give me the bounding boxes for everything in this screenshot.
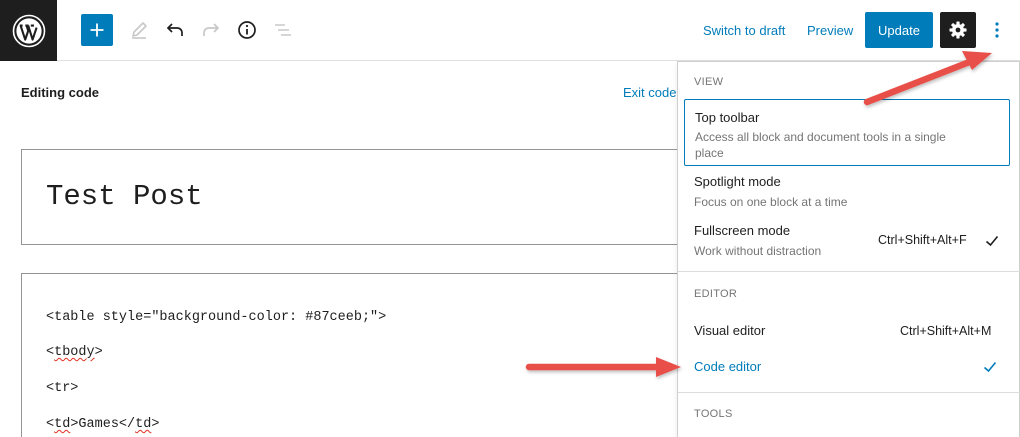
- tools-section-heading: TOOLS: [694, 408, 733, 420]
- code-line: <tr>: [46, 381, 79, 396]
- switch-to-draft-button[interactable]: Switch to draft: [703, 23, 785, 38]
- code-line-td-close: td: [135, 417, 152, 432]
- fullscreen-shortcut: Ctrl+Shift+Alt+F: [878, 233, 967, 247]
- menu-item-top-toolbar[interactable]: Top toolbar Access all block and documen…: [684, 99, 1010, 166]
- editor-header: Switch to draft Preview Update: [0, 0, 1020, 61]
- menu-divider: [678, 271, 1020, 272]
- code-line-td: td: [54, 417, 71, 432]
- menu-item-label: Code editor: [694, 359, 762, 374]
- plus-icon: [90, 23, 104, 37]
- list-view-button[interactable]: [267, 14, 299, 46]
- menu-item-spotlight-mode[interactable]: Spotlight mode Focus on one block at a t…: [684, 168, 1010, 214]
- code-line: <table style="background-color: #87ceeb;…: [46, 310, 387, 325]
- menu-divider: [678, 392, 1020, 393]
- add-block-button[interactable]: [81, 14, 113, 46]
- checkmark-icon: [985, 235, 999, 247]
- redo-button[interactable]: [195, 14, 227, 46]
- view-section-heading: VIEW: [694, 76, 724, 88]
- code-line: <td>Games</td>: [46, 417, 160, 432]
- details-button[interactable]: [231, 14, 263, 46]
- wordpress-logo[interactable]: [0, 0, 57, 61]
- options-menu-button[interactable]: [984, 12, 1010, 48]
- exit-code-button[interactable]: Exit code: [623, 85, 676, 100]
- menu-item-description: Access all block and document tools in a…: [695, 130, 946, 160]
- checkmark-icon: [983, 361, 997, 373]
- info-icon: [238, 21, 256, 39]
- undo-icon: [166, 23, 183, 36]
- menu-item-description: Focus on one block at a time: [694, 195, 848, 209]
- editing-code-label: Editing code: [21, 85, 99, 100]
- editor-section-heading: EDITOR: [694, 288, 738, 300]
- menu-item-label: Fullscreen mode: [694, 223, 791, 238]
- post-title[interactable]: Test Post: [46, 180, 203, 213]
- menu-item-code-editor[interactable]: Code editor: [684, 350, 1010, 384]
- visual-editor-shortcut: Ctrl+Shift+Alt+M: [900, 324, 992, 338]
- preview-button[interactable]: Preview: [807, 23, 853, 38]
- code-line: <tbody>: [46, 345, 103, 360]
- menu-item-fullscreen-mode[interactable]: Fullscreen mode Work without distraction…: [684, 217, 1010, 263]
- tools-button[interactable]: [123, 14, 155, 46]
- vertical-ellipsis-icon: [995, 22, 999, 38]
- menu-item-label: Spotlight mode: [694, 174, 781, 189]
- undo-button[interactable]: [159, 14, 191, 46]
- menu-item-label: Top toolbar: [695, 110, 760, 125]
- pencil-icon: [132, 22, 147, 39]
- code-line-tbody: tbody: [54, 345, 95, 360]
- menu-item-label: Visual editor: [694, 323, 766, 338]
- code-editor-textarea[interactable]: <table style="background-color: #87ceeb;…: [21, 273, 701, 437]
- redo-icon: [203, 23, 220, 36]
- menu-item-visual-editor[interactable]: Visual editor Ctrl+Shift+Alt+M: [684, 314, 1010, 348]
- options-dropdown-menu: VIEW Top toolbar Access all block and do…: [677, 61, 1020, 437]
- settings-button[interactable]: [940, 12, 976, 48]
- update-button[interactable]: Update: [865, 12, 933, 48]
- gear-icon: [949, 21, 967, 39]
- post-title-field[interactable]: Test Post: [21, 149, 701, 245]
- wordpress-icon: [12, 14, 45, 47]
- list-view-icon: [275, 24, 291, 36]
